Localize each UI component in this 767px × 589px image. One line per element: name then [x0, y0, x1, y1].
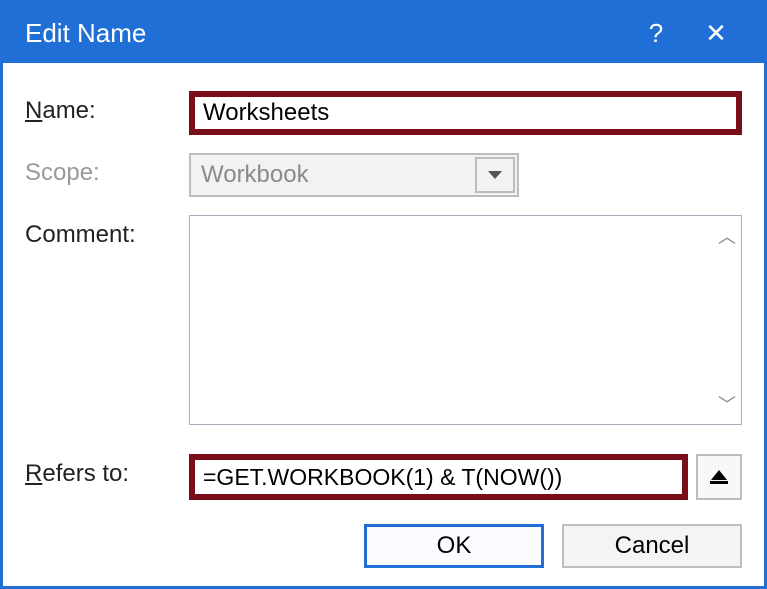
titlebar: Edit Name ? ✕ — [3, 3, 764, 63]
refers-to-label: Refers to: — [25, 454, 185, 488]
refers-to-input[interactable] — [189, 454, 688, 500]
close-button[interactable]: ✕ — [686, 3, 746, 63]
comment-label: Comment: — [25, 215, 185, 249]
dialog-buttons: OK Cancel — [25, 524, 742, 568]
refers-to-wrap — [189, 454, 742, 500]
name-label: Name: — [25, 91, 185, 125]
scroll-down-icon[interactable]: ﹀ — [718, 391, 736, 417]
ok-button[interactable]: OK — [364, 524, 544, 568]
scroll-up-icon[interactable]: ︿ — [718, 223, 736, 249]
help-button[interactable]: ? — [626, 3, 686, 63]
collapse-dialog-button[interactable] — [696, 454, 742, 500]
scope-label: Scope: — [25, 153, 185, 187]
name-input[interactable] — [189, 91, 742, 135]
scope-dropdown: Workbook — [189, 153, 519, 197]
cancel-button[interactable]: Cancel — [562, 524, 742, 568]
comment-field-wrap: ︿ ﹀ — [189, 215, 742, 425]
dialog-title: Edit Name — [25, 18, 626, 49]
comment-textarea[interactable] — [189, 215, 742, 425]
help-icon: ? — [649, 18, 663, 49]
collapse-icon — [710, 470, 728, 484]
scope-value: Workbook — [201, 161, 309, 189]
dialog-body: Name: Scope: Workbook Comment: ︿ ﹀ Refer… — [3, 63, 764, 586]
chevron-down-icon — [488, 171, 502, 179]
scope-dropdown-button — [475, 157, 515, 193]
name-field-wrap — [189, 91, 742, 135]
edit-name-dialog: Edit Name ? ✕ Name: Scope: Workbook C — [0, 0, 767, 589]
close-icon: ✕ — [705, 18, 727, 49]
scope-field-wrap: Workbook — [189, 153, 742, 197]
